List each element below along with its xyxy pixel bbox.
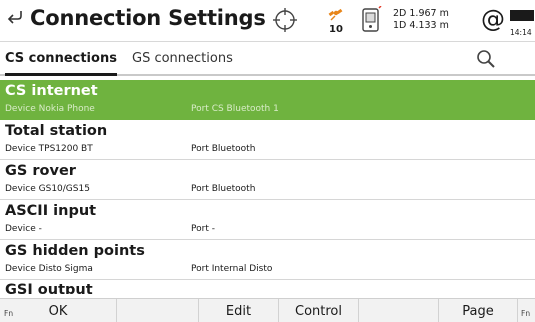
list-item-port: Port Bluetooth <box>191 184 256 194</box>
list-item-device: Device TPS1200 BT <box>5 144 93 154</box>
at-icon[interactable]: @ <box>481 5 505 33</box>
f2-empty-button[interactable] <box>117 299 199 322</box>
battery-level <box>510 10 534 21</box>
list-item-port: Port Bluetooth <box>191 144 256 154</box>
f4-control-button[interactable]: Control <box>279 299 359 322</box>
clock: 14:14 <box>510 28 532 37</box>
satellite-icon <box>328 8 343 21</box>
list-item-device: Device - <box>5 224 42 234</box>
f6-page-button[interactable]: Page <box>439 299 518 322</box>
list-item-gs-hidden-points[interactable]: GS hidden points Device Disto Sigma Port… <box>0 240 535 280</box>
f3-edit-button[interactable]: Edit <box>199 299 279 322</box>
quality-1d: 1D 4.133 m <box>393 20 449 31</box>
connection-list: CS internet Device Nokia Phone Port CS B… <box>0 80 535 298</box>
list-item-title: ASCII input <box>5 203 97 219</box>
position-quality: 2D 1.967 m 1D 4.133 m <box>393 8 449 32</box>
tab-gs-connections[interactable]: GS connections <box>132 51 233 66</box>
list-item-port: Port - <box>191 224 215 234</box>
list-item-port: Port CS Bluetooth 1 <box>191 104 279 114</box>
list-item-ascii-input[interactable]: ASCII input Device - Port - <box>0 200 535 240</box>
page-title: Connection Settings <box>30 6 266 30</box>
list-item-gsi-output[interactable]: GSI output <box>0 280 535 294</box>
tab-bar: CS connections GS connections <box>0 42 535 76</box>
satellite-count: 10 <box>329 24 343 35</box>
list-item-cs-internet[interactable]: CS internet Device Nokia Phone Port CS B… <box>0 80 535 120</box>
list-item-device: Device Nokia Phone <box>5 104 95 114</box>
edit-label: Edit <box>225 304 252 319</box>
battery-icon: 14:14 <box>510 6 535 38</box>
list-item-title: Total station <box>5 123 108 139</box>
list-item-title: CS internet <box>5 83 98 99</box>
title-bar: Connection Settings 10 2D 1.967 m 1D 4.1… <box>0 0 535 42</box>
crosshair-icon[interactable] <box>272 7 298 33</box>
page-label: Page <box>462 304 494 319</box>
fn-label: Fn <box>521 309 531 318</box>
device-icon[interactable] <box>360 6 382 34</box>
list-item-port: Port Internal Disto <box>191 264 273 274</box>
search-icon[interactable] <box>475 48 497 70</box>
quality-2d: 2D 1.967 m <box>393 8 449 19</box>
list-item-title: GS rover <box>5 163 76 179</box>
list-item-title: GS hidden points <box>5 243 145 259</box>
list-item-device: Device Disto Sigma <box>5 264 93 274</box>
function-key-bar: Fn OK Edit Control Page Fn <box>0 298 535 322</box>
list-item-gs-rover[interactable]: GS rover Device GS10/GS15 Port Bluetooth <box>0 160 535 200</box>
back-icon[interactable] <box>6 9 24 31</box>
satellite-status[interactable]: 10 <box>326 5 346 37</box>
list-item-device: Device GS10/GS15 <box>5 184 90 194</box>
list-item-total-station[interactable]: Total station Device TPS1200 BT Port Blu… <box>0 120 535 160</box>
fn-shift-button[interactable]: Fn <box>518 299 535 322</box>
list-item-title: GSI output <box>5 282 93 294</box>
tab-cs-connections[interactable]: CS connections <box>5 51 117 76</box>
f5-empty-button[interactable] <box>359 299 439 322</box>
control-label: Control <box>295 304 342 319</box>
f1-ok-button[interactable]: Fn OK <box>0 299 117 322</box>
ok-label: OK <box>48 304 68 319</box>
